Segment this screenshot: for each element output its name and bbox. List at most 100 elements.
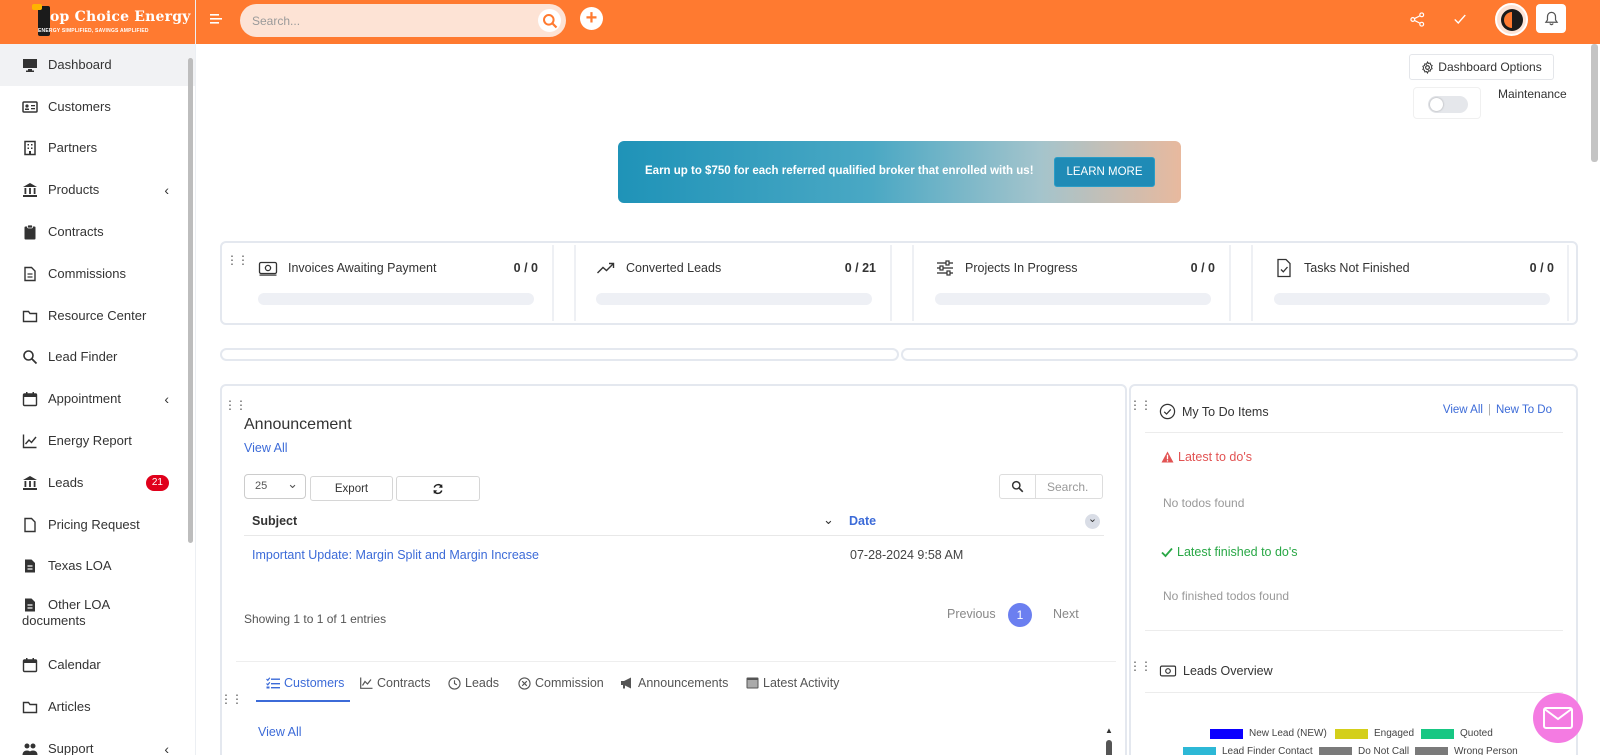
tab-latest-activity[interactable]: Latest Activity (746, 676, 839, 690)
stat-converted-leads[interactable]: Converted Leads 0 / 21 (586, 243, 886, 323)
announcement-view-all-link[interactable]: View All (244, 441, 288, 455)
legend-new-lead[interactable]: New Lead (NEW) (1210, 728, 1327, 739)
sidebar-scrollbar[interactable] (188, 58, 193, 543)
sidebar-item-calendar[interactable]: Calendar (0, 644, 195, 686)
stat-projects-in-progress[interactable]: Projects In Progress 0 / 0 (925, 243, 1225, 323)
stat-label: Converted Leads (626, 261, 722, 275)
page-1-button[interactable]: 1 (1008, 603, 1032, 627)
sidebar-item-lead-finder[interactable]: Lead Finder (0, 337, 195, 379)
check-icon[interactable] (1453, 12, 1467, 30)
search-icon[interactable] (538, 9, 561, 32)
legend-label: Do Not Call (1358, 746, 1410, 755)
search-input[interactable] (252, 4, 522, 37)
tab-commission[interactable]: Commission (518, 676, 604, 690)
tab-view-all-link[interactable]: View All (258, 725, 302, 739)
sidebar-item-leads[interactable]: Leads 21 (0, 462, 195, 504)
dashboard-options-button[interactable]: Dashboard Options (1409, 54, 1554, 80)
sidebar-item-products[interactable]: Products ‹ (0, 169, 195, 211)
money-icon (258, 258, 278, 278)
sidebar-item-resource-center[interactable]: Resource Center (0, 295, 195, 337)
column-header-subject[interactable]: Subject (252, 514, 297, 528)
refresh-icon (433, 483, 443, 494)
legend-quoted[interactable]: Quoted (1421, 728, 1493, 739)
tab-leads[interactable]: Leads (448, 676, 499, 690)
brand-logo[interactable]: op Choice Energy ENERGY SIMPLIFIED, SAVI… (0, 0, 195, 44)
sidebar-item-label: Leads (48, 474, 84, 490)
notifications-button[interactable] (1536, 4, 1566, 33)
stat-divider (1567, 245, 1569, 321)
menu-toggle-icon[interactable] (210, 12, 224, 30)
banner-text: Earn up to $750 for each referred qualif… (645, 165, 1034, 177)
scroll-up-icon[interactable]: ▲ (1105, 726, 1113, 735)
user-avatar[interactable] (1495, 3, 1528, 36)
drag-handle-icon[interactable]: ⋮⋮ (226, 254, 249, 266)
sidebar-item-dashboard[interactable]: Dashboard (0, 44, 195, 86)
stat-value: 0 / 0 (1190, 261, 1215, 275)
export-button[interactable]: Export (310, 476, 393, 501)
stats-widget: ⋮⋮ Invoices Awaiting Payment 0 / 0 Conve… (220, 241, 1578, 325)
tab-contracts[interactable]: Contracts (360, 676, 431, 690)
page-scrollbar[interactable] (1591, 44, 1598, 162)
sidebar-item-customers[interactable]: Customers (0, 86, 195, 128)
sidebar-item-label: Partners (48, 140, 98, 156)
page-size-select[interactable]: 25 (244, 472, 306, 499)
chevron-left-icon[interactable]: ‹ (164, 391, 169, 407)
sidebar-item-partners[interactable]: Partners (0, 128, 195, 170)
chevron-left-icon[interactable]: ‹ (164, 741, 169, 755)
stat-tasks-not-finished[interactable]: Tasks Not Finished 0 / 0 (1264, 243, 1564, 323)
chat-launcher-button[interactable] (1533, 693, 1583, 743)
drag-handle-icon[interactable]: ⋮⋮ (224, 399, 247, 411)
sort-chevron-icon[interactable]: ⌄ (823, 512, 834, 528)
drag-handle-icon[interactable]: ⋮⋮ (1129, 660, 1152, 672)
legend-engaged[interactable]: Engaged (1335, 728, 1414, 739)
sidebar-item-support[interactable]: Support ‹ (0, 728, 195, 755)
tab-label: Commission (535, 676, 604, 690)
column-header-date[interactable]: Date (849, 514, 876, 528)
sidebar-item-pricing-request[interactable]: Pricing Request (0, 504, 195, 546)
sidebar-item-contracts[interactable]: Contracts (0, 211, 195, 253)
refresh-button[interactable] (396, 476, 480, 501)
chevron-left-icon[interactable]: ‹ (164, 182, 169, 198)
stat-divider (912, 245, 914, 321)
legend-wrong-person[interactable]: Wrong Person (1415, 746, 1518, 755)
file-text-icon (22, 558, 38, 574)
share-icon[interactable] (1410, 12, 1425, 31)
column-toggle-icon[interactable]: ⌄ (1085, 514, 1100, 529)
sidebar-item-commissions[interactable]: Commissions (0, 253, 195, 295)
legend-do-not-call[interactable]: Do Not Call (1319, 746, 1409, 755)
legend-swatch (1183, 746, 1216, 755)
sidebar-item-other-loa-documents[interactable]: Other LOA documents (0, 587, 195, 644)
todo-view-all-link[interactable]: View All (1443, 404, 1483, 416)
clipboard-icon (22, 224, 38, 240)
sidebar-item-label: Products (48, 182, 100, 198)
sidebar-item-energy-report[interactable]: Energy Report (0, 420, 195, 462)
drag-handle-icon[interactable]: ⋮⋮ (220, 693, 243, 705)
table-header-divider (244, 535, 1104, 536)
monitor-icon (22, 57, 38, 73)
tab-customers[interactable]: Customers (266, 676, 344, 690)
legend-lead-finder-contact[interactable]: Lead Finder Contact (1183, 746, 1313, 755)
tab-announcements[interactable]: Announcements (620, 676, 728, 690)
next-page-button[interactable]: Next (1053, 607, 1079, 621)
maintenance-toggle[interactable] (1428, 96, 1468, 113)
active-tab-indicator (256, 700, 350, 702)
tab-content-scrollbar[interactable] (1106, 740, 1112, 755)
announcement-subject-link[interactable]: Important Update: Margin Split and Margi… (252, 548, 539, 562)
drag-handle-icon[interactable]: ⋮⋮ (1129, 399, 1152, 411)
latest-todos-empty: No todos found (1163, 496, 1245, 510)
sidebar-item-articles[interactable]: Articles (0, 686, 195, 728)
bell-icon (1544, 11, 1558, 26)
folder-icon (22, 308, 38, 324)
learn-more-button[interactable]: LEARN MORE (1054, 157, 1155, 187)
sidebar-item-texas-loa[interactable]: Texas LOA (0, 546, 195, 588)
table-search-input[interactable] (1037, 475, 1101, 498)
latest-todos-label: Latest to do's (1178, 450, 1252, 464)
stat-invoices[interactable]: Invoices Awaiting Payment 0 / 0 (248, 243, 548, 323)
table-search (999, 474, 1103, 499)
quick-add-button[interactable]: + (580, 7, 603, 30)
stat-progress-bar (935, 293, 1211, 305)
new-todo-link[interactable]: New To Do (1496, 404, 1552, 416)
sidebar-item-appointment[interactable]: Appointment ‹ (0, 378, 195, 420)
previous-page-button[interactable]: Previous (947, 607, 996, 621)
sidebar-item-label: Resource Center (48, 307, 147, 323)
